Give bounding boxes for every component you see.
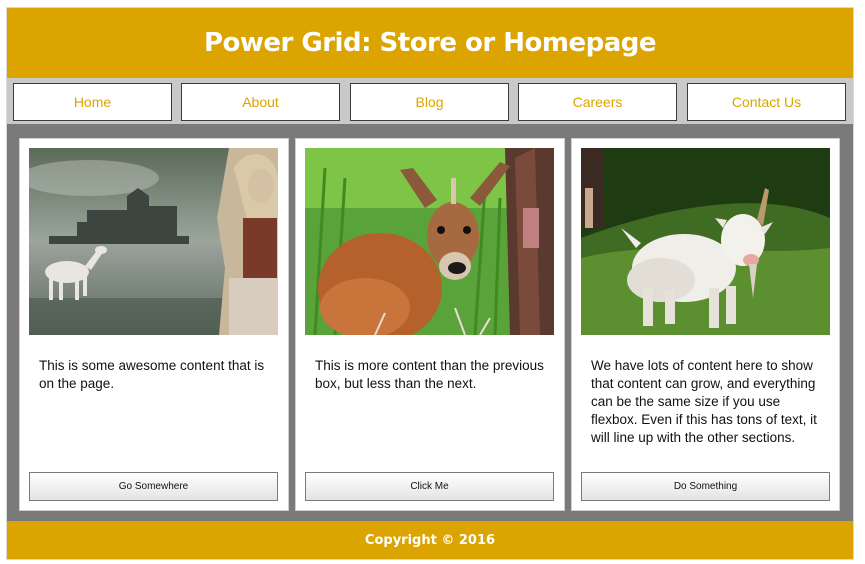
site-footer: Copyright © 2016 [7,521,853,559]
page-title: Power Grid: Store or Homepage [203,28,657,58]
castle-unicorn-woman-photo [29,148,278,335]
card-description: We have lots of content here to show tha… [591,358,817,445]
white-goat-on-grass-photo [581,148,830,335]
click-me-button[interactable]: Click Me [305,472,554,501]
card-description: This is some awesome content that is on … [39,358,265,391]
do-something-button[interactable]: Do Something [581,472,830,501]
content-card: This is some awesome content that is on … [19,138,289,511]
card-description: This is more content than the previous b… [315,358,544,391]
nav-item-careers[interactable]: Careers [518,83,677,121]
nav-item-blog[interactable]: Blog [350,83,509,121]
young-deer-photo [305,148,554,335]
content-card: We have lots of content here to show tha… [571,138,840,511]
copyright-text: Copyright © 2016 [364,532,496,548]
content-card: This is more content than the previous b… [295,138,565,511]
nav-item-about[interactable]: About [181,83,340,121]
nav-item-contact-us[interactable]: Contact Us [687,83,846,121]
card-grid: This is some awesome content that is on … [7,124,853,521]
main-nav: Home About Blog Careers Contact Us [7,78,853,124]
site-header: Power Grid: Store or Homepage [7,8,853,78]
nav-item-home[interactable]: Home [13,83,172,121]
go-somewhere-button[interactable]: Go Somewhere [29,472,278,501]
